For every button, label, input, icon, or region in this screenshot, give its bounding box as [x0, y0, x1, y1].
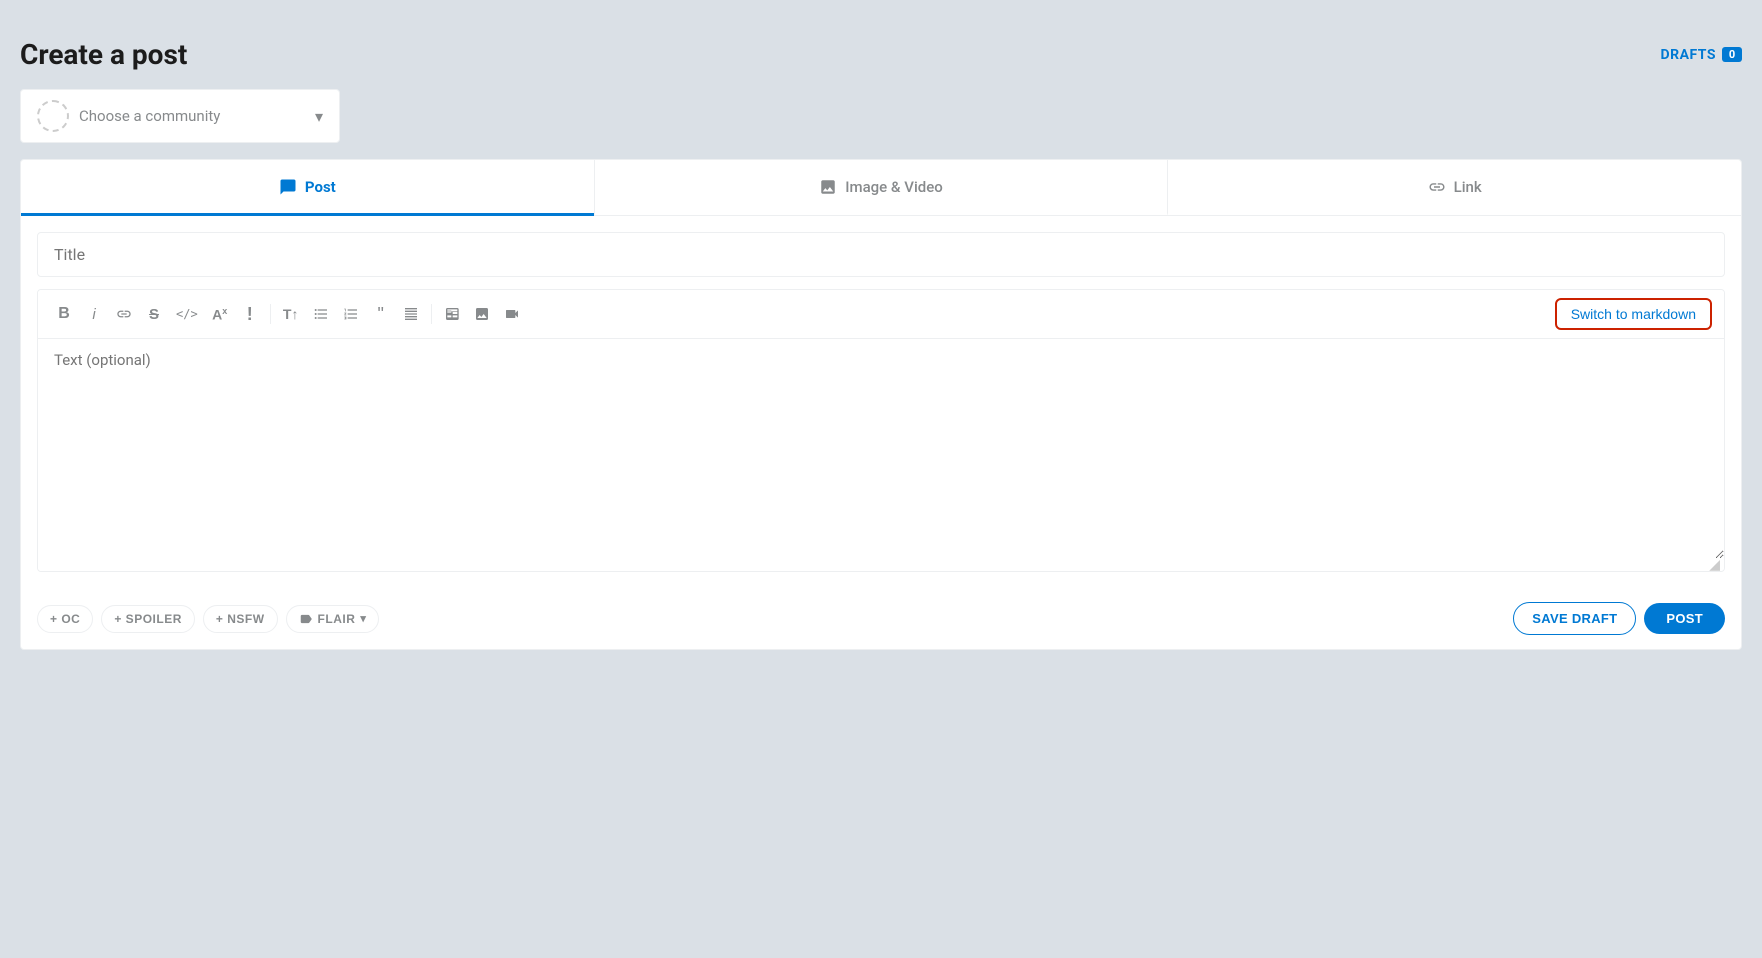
spoiler-button[interactable]: + SPOILER — [101, 605, 195, 633]
code-icon: </> — [176, 307, 198, 321]
heading-icon: T↑ — [283, 306, 299, 322]
code-button[interactable]: </> — [170, 300, 204, 328]
flair-icon — [299, 612, 313, 626]
post-tab-icon — [279, 176, 297, 197]
link-icon — [116, 306, 132, 322]
chevron-down-icon: ▾ — [315, 107, 323, 126]
community-avatar-placeholder — [37, 100, 69, 132]
table-icon — [444, 306, 460, 322]
page-title: Create a post — [20, 38, 187, 71]
italic-icon: i — [92, 306, 95, 323]
quote-icon: " — [377, 304, 383, 325]
tab-post-label: Post — [305, 178, 336, 196]
save-draft-button[interactable]: SAVE DRAFT — [1513, 602, 1636, 635]
video-button[interactable] — [498, 300, 526, 328]
nsfw-button[interactable]: + NSFW — [203, 605, 278, 633]
alert-icon: ! — [247, 304, 253, 325]
post-text-input[interactable] — [38, 339, 1724, 559]
tab-link-label: Link — [1454, 178, 1482, 196]
image-icon — [474, 306, 490, 322]
indent-icon — [403, 306, 419, 322]
bullet-list-icon — [313, 306, 329, 322]
indent-button[interactable] — [397, 300, 425, 328]
oc-button[interactable]: + OC — [37, 605, 93, 633]
rich-text-editor: B i S — [37, 289, 1725, 572]
toolbar-separator-1 — [270, 304, 271, 324]
community-placeholder-text: Choose a community — [79, 107, 305, 125]
post-footer: + OC + SPOILER + NSFW FLAIR ▾ SAVE DRAFT… — [21, 588, 1741, 649]
image-button[interactable] — [468, 300, 496, 328]
link-tab-icon — [1428, 176, 1446, 197]
strikethrough-button[interactable]: S — [140, 300, 168, 328]
video-icon — [504, 306, 520, 322]
tab-link[interactable]: Link — [1167, 160, 1741, 216]
image-video-tab-icon — [819, 176, 837, 197]
title-input[interactable] — [37, 232, 1725, 277]
bold-button[interactable]: B — [50, 300, 78, 328]
tab-image-video[interactable]: Image & Video — [594, 160, 1168, 216]
heading-button[interactable]: T↑ — [277, 300, 305, 328]
tab-post[interactable]: Post — [21, 160, 594, 216]
drafts-count-badge: 0 — [1722, 47, 1742, 62]
numbered-list-icon — [343, 306, 359, 322]
quote-button[interactable]: " — [367, 300, 395, 328]
resize-icon: ◢ — [1709, 557, 1720, 572]
editor-toolbar: B i S — [38, 290, 1724, 339]
tab-image-video-label: Image & Video — [845, 178, 943, 196]
table-button[interactable] — [438, 300, 466, 328]
bold-icon: B — [58, 305, 70, 323]
strikethrough-icon: S — [149, 306, 159, 323]
drafts-button[interactable]: DRAFTS 0 — [1661, 47, 1742, 63]
community-selector[interactable]: Choose a community ▾ — [20, 89, 340, 143]
superscript-icon: Ax — [212, 306, 227, 323]
flair-chevron-icon: ▾ — [360, 612, 366, 625]
alert-button[interactable]: ! — [236, 300, 264, 328]
flair-label: FLAIR — [318, 612, 356, 626]
link-button[interactable] — [110, 300, 138, 328]
switch-to-markdown-button[interactable]: Switch to markdown — [1555, 298, 1712, 330]
toolbar-separator-2 — [431, 304, 432, 324]
resize-handle: ◢ — [38, 559, 1724, 571]
post-card: Post Image & Video Link — [20, 159, 1742, 650]
post-button[interactable]: POST — [1644, 603, 1725, 634]
numbered-list-button[interactable] — [337, 300, 365, 328]
tab-bar: Post Image & Video Link — [21, 160, 1741, 216]
italic-button[interactable]: i — [80, 300, 108, 328]
flair-button[interactable]: FLAIR ▾ — [286, 605, 380, 633]
bullet-list-button[interactable] — [307, 300, 335, 328]
post-body: B i S — [21, 216, 1741, 588]
drafts-label: DRAFTS — [1661, 47, 1716, 63]
superscript-button[interactable]: Ax — [206, 300, 234, 328]
